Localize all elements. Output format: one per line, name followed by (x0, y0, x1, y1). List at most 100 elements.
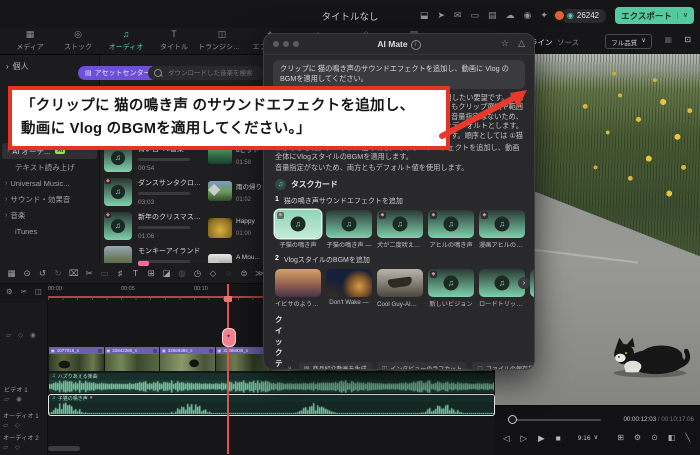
task1-label: 1 猫の鳴き声サウンドエフェクトを追加 (275, 195, 403, 205)
seek-knob[interactable] (508, 415, 517, 424)
play-button[interactable]: ▶ (538, 434, 545, 443)
keyframe-icon[interactable]: ♯ (116, 269, 125, 278)
search-input[interactable] (166, 68, 258, 78)
export-button[interactable]: エクスポート ∨ (615, 7, 694, 24)
pip-icon[interactable]: ⊡ (684, 36, 691, 44)
bgm-card[interactable] (377, 268, 423, 297)
bgm-card-partial[interactable] (530, 268, 534, 297)
sidebar-item-universal-music[interactable]: › Universal Music... (0, 175, 99, 191)
grid-view-icon[interactable]: ▦ (664, 36, 672, 44)
tab-media[interactable]: ▦ メディア (6, 30, 54, 52)
mask-icon[interactable]: ◪ (162, 269, 171, 278)
marker-tool-icon[interactable]: ◇ (209, 269, 218, 278)
timeline-marker[interactable]: ✦ (221, 328, 236, 347)
audio-clip-bgm[interactable]: ♫ ハズりあえる楽曲 (49, 373, 494, 393)
cloud-icon[interactable]: ☁ (505, 11, 514, 20)
snapshot-icon[interactable]: ⊙ (651, 434, 658, 442)
audio-list-item[interactable]: Happy 01:00 (208, 218, 266, 238)
sound-card-selected[interactable]: ◆ ♫ (275, 209, 321, 238)
pin-icon[interactable]: △ (518, 39, 525, 48)
delete-icon[interactable]: ⌧ (69, 269, 79, 278)
audio-list-item[interactable]: ◆ 雨の帰り 01:02 (208, 181, 266, 203)
bgm-card[interactable]: ◆ ♫ (428, 268, 474, 297)
template-chip-interview[interactable]: ◫インタビューのラフカット (376, 362, 468, 369)
bgm-card[interactable] (326, 268, 372, 297)
playhead[interactable]: ✦ (221, 284, 236, 454)
render-settings-icon[interactable]: ⚙ (634, 434, 641, 442)
track-manager-icon[interactable]: ▦ (7, 269, 16, 278)
playhead-handle[interactable] (224, 296, 232, 302)
account-icon[interactable]: ◉ (523, 11, 531, 20)
sidebar-item-tts[interactable]: テキスト読み上げ (0, 159, 99, 175)
track-folder-icon[interactable]: ▱ (3, 422, 8, 430)
chroma-icon[interactable]: ○ (224, 269, 233, 278)
caret-down-icon[interactable]: ∨ (288, 366, 292, 369)
audio-list-item[interactable]: ◆ ♫ ダンスサンタクローズ 03:03 (104, 178, 204, 206)
track-lock-icon[interactable]: ◇ (18, 332, 23, 340)
tab-title[interactable]: T タイトル (150, 30, 198, 52)
record-icon[interactable]: ◍ (178, 269, 187, 278)
track-folder-icon[interactable]: ▱ (4, 396, 9, 404)
next-cards-button[interactable]: › (518, 276, 530, 289)
device-icon[interactable]: ▭ (470, 11, 479, 20)
sidebar-item-music[interactable]: › 音楽 (0, 207, 99, 223)
sound-card[interactable]: ◆ ♫ (377, 209, 423, 238)
snap-icon[interactable]: ✂ (21, 288, 27, 296)
audio-clip-cat-selected[interactable]: ♫ 子猫の鳴き声 ♥ (49, 395, 494, 415)
asset-center-button[interactable]: ▤ アセットセンター (78, 66, 158, 80)
quality-dropdown[interactable]: フル品質 ∨ (605, 34, 652, 49)
bgm-card[interactable] (275, 268, 321, 297)
quick-templates-label[interactable]: クイックテンプレート (275, 314, 283, 369)
timeline-settings-icon[interactable]: ⚙ (6, 288, 13, 296)
aspect-ratio-dropdown[interactable]: 9:16 ∨ (578, 434, 598, 441)
trim-icon[interactable]: ▭ (100, 269, 109, 278)
undo-icon[interactable]: ↺ (38, 269, 47, 278)
feedback-icon[interactable]: ✉ (454, 11, 462, 20)
volume-icon[interactable]: ◧ (668, 434, 676, 442)
crop-icon[interactable]: ⊞ (147, 269, 156, 278)
credits-badge[interactable]: ◉ 26242 (554, 8, 607, 23)
template-chip-product[interactable]: ▤商品紹介動画を生成 (298, 362, 372, 369)
stop-button[interactable]: ■ (556, 434, 561, 443)
step-back-button[interactable]: ◁ (503, 434, 510, 443)
zoom-tool-icon[interactable]: ⊙ (23, 269, 32, 278)
tab-audio[interactable]: ♫ オーディオ (102, 30, 150, 52)
sidebar-item-itunes[interactable]: iTunes (0, 223, 99, 239)
template-chip-files[interactable]: ▢ファイルの保存場所 (472, 362, 534, 369)
sidebar-item-sound-effects[interactable]: › サウンド・効果音 (0, 191, 99, 207)
track-visibility-icon[interactable]: ◉ (16, 396, 22, 404)
snapshot-tool-icon[interactable]: ⊜ (240, 269, 249, 278)
step-forward-button[interactable]: ▷ (521, 434, 528, 443)
track-folder-icon[interactable]: ▱ (6, 332, 11, 340)
track-mute-icon[interactable]: ◇ (15, 444, 20, 452)
store-icon[interactable]: ⬓ (420, 11, 429, 20)
seek-bar[interactable] (511, 419, 601, 421)
share-icon[interactable]: ➤ (437, 11, 445, 20)
track-visibility-icon[interactable]: ◉ (30, 332, 36, 340)
link-icon[interactable]: ◫ (35, 288, 42, 296)
speed-icon[interactable]: ◷ (193, 269, 202, 278)
sound-card[interactable]: ♫ (326, 209, 372, 238)
track-mute-icon[interactable]: ◇ (15, 422, 20, 430)
library-search[interactable] (148, 66, 264, 80)
video-clip[interactable]: ▣32869384_s (160, 347, 216, 371)
sound-card[interactable]: ◆ ♫ (479, 209, 525, 238)
video-clip[interactable]: ▣1077016_s (49, 347, 105, 371)
tab-stock[interactable]: ◎ ストック (54, 30, 102, 52)
video-clip[interactable]: ▣32842386_s (104, 347, 160, 371)
gift-icon[interactable]: ✦ (540, 11, 548, 20)
fit-icon[interactable]: ⊞ (617, 434, 624, 442)
sound-card[interactable]: ◆ ♫ (428, 209, 474, 238)
audio-list-item[interactable]: ◆♫ 新年のクリスマスパーティー-AIミュー...01:06 (104, 212, 204, 240)
export-caret-icon[interactable]: ∨ (676, 12, 688, 19)
star-icon[interactable]: ☆ (501, 39, 509, 48)
info-icon[interactable]: i (410, 40, 421, 50)
tab-transition[interactable]: ◫ トランジション (198, 30, 246, 52)
redo-icon[interactable]: ↻ (54, 269, 63, 278)
document-icon[interactable]: ▤ (488, 11, 497, 20)
track-folder-icon[interactable]: ▱ (3, 444, 8, 452)
tab-source[interactable]: ソース (557, 37, 579, 48)
split-icon[interactable]: ✂ (85, 269, 94, 278)
text-tool-icon[interactable]: T (131, 269, 140, 278)
edit-tools-icon[interactable]: ╲ (685, 434, 690, 442)
